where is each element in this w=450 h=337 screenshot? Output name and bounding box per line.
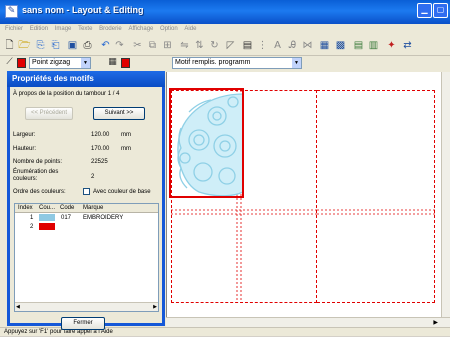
paste-icon[interactable]: ⊞ [161,39,174,52]
cut-icon[interactable]: ✂ [131,39,144,52]
menu-broderie[interactable]: Broderie [99,24,122,35]
stitch-type-value: Point zigzag [32,59,71,66]
col-index[interactable]: Index [18,204,33,213]
import-icon[interactable]: ⎘ [34,39,47,52]
hoop-icon[interactable]: ▤ [241,39,254,52]
previous-button[interactable]: << Précédent [25,107,73,120]
open-folder-icon[interactable]: 🗁 [18,39,31,52]
design-page-right [317,90,435,303]
new-file-icon[interactable]: 🗋 [3,39,16,52]
title-bar: ✎ sans nom - Layout & Editing ▁ ▢ [0,0,450,24]
fill-type-select[interactable]: Motif remplis. programm ▼ [172,57,302,69]
properties-dialog: Propriétés des motifs À propos de la pos… [7,71,165,330]
print-icon[interactable]: ⎙ [81,39,94,52]
chevron-down-icon: ▼ [292,58,301,68]
stitches-label: Nombre de points: [13,159,63,165]
row-index: 2 [30,224,34,230]
text-icon[interactable]: A [271,39,284,52]
row-code: 017 [61,215,72,221]
color-swatch [39,223,55,230]
menu-image[interactable]: Image [55,24,72,35]
stitch-type-select[interactable]: Point zigzag ▼ [29,57,91,69]
save-icon[interactable]: ▣ [66,39,79,52]
mirror-v-icon[interactable]: ⇅ [193,39,206,52]
align-icon[interactable]: ⋮ [256,39,269,52]
width-unit: mm [121,132,131,138]
colors-label: Énumération des couleurs: [13,169,59,182]
color-table: Index Cou... Code Marque 1 017 EMBROIDER… [14,203,159,312]
undo-icon[interactable]: ↶ [99,39,112,52]
wizard-icon[interactable]: ✦ [385,39,398,52]
window-title: sans nom - Layout & Editing [22,5,144,15]
scroll-right-icon[interactable]: ▶ [153,303,157,312]
main-window: ✎ sans nom - Layout & Editing ▁ ▢ Fichie… [0,0,450,336]
colors-value: 2 [91,174,95,180]
rotate-icon[interactable]: ↻ [208,39,221,52]
menu-texte[interactable]: Texte [78,24,92,35]
row-brand: EMBROIDERY [83,215,124,221]
width-value: 120.00 [91,132,110,138]
fill-type-value: Motif remplis. programm [175,59,251,66]
height-value: 170.00 [91,146,110,152]
minimize-button[interactable]: ▁ [417,3,432,18]
main-toolbar: 🗋 🗁 ⎘ ⎗ ▣ ⎙ ↶ ↷ ✂ ⧉ ⊞ ⇋ ⇅ ↻ ◸ ▤ ⋮ A Ꭿ ⋈ … [0,36,450,56]
maximize-button[interactable]: ▢ [433,3,448,18]
col-color[interactable]: Cou... [39,204,55,213]
view-icon[interactable]: ▦ [318,39,331,52]
stitch-toolbar: ⟋ Point zigzag ▼ ▦ Motif remplis. progra… [0,56,450,70]
table-row[interactable]: 2 [15,223,158,232]
dialog-title: Propriétés des motifs [7,71,165,87]
line-color-swatch[interactable] [17,58,26,68]
properties-icon[interactable]: ▤ [352,39,365,52]
design-canvas[interactable] [166,72,441,317]
scroll-right-icon[interactable]: ▶ [433,318,438,327]
copy-icon[interactable]: ⧉ [146,39,159,52]
select-icon[interactable]: ◸ [224,39,237,52]
simulator-icon[interactable]: ▥ [367,39,380,52]
app-icon: ✎ [5,5,18,18]
width-label: Largeur: [13,132,36,138]
table-scrollbar[interactable]: ◀ ▶ [15,302,158,311]
order-label: Ordre des couleurs: [13,189,66,195]
stitches-value: 22525 [91,159,108,165]
color-table-header: Index Cou... Code Marque [15,204,158,213]
export-icon[interactable]: ⎗ [49,39,62,52]
line-tool-icon[interactable]: ⟋ [3,56,16,69]
menu-aide[interactable]: Aide [184,24,196,35]
fill-tool-icon[interactable]: ▦ [106,56,119,69]
height-label: Hauteur: [13,146,37,152]
col-code[interactable]: Code [60,204,74,213]
fill-color-swatch[interactable] [121,58,130,68]
menu-fichier[interactable]: Fichier [5,24,23,35]
redo-icon[interactable]: ↷ [113,39,126,52]
hoop-position-text: À propos de la position du tambour 1 / 4 [13,91,120,97]
base-color-checkbox[interactable] [83,188,90,195]
vertical-scrollbar[interactable] [441,72,450,317]
height-unit: mm [121,146,131,152]
col-brand[interactable]: Marque [83,204,103,213]
chevron-down-icon: ▼ [81,58,90,68]
table-row[interactable]: 1 017 EMBROIDERY [15,214,158,223]
menu-affichage[interactable]: Affichage [128,24,153,35]
close-button[interactable]: Fermer [61,317,105,330]
menu-option[interactable]: Option [160,24,178,35]
next-button[interactable]: Suivant >> [93,107,145,120]
menu-edition[interactable]: Edition [30,24,48,35]
grid-icon[interactable]: ▩ [334,39,347,52]
horizontal-scrollbar[interactable]: ▶ [166,317,450,327]
stitch-icon[interactable]: ⋈ [301,39,314,52]
base-color-label: Avec couleur de base [93,189,151,195]
menu-bar: Fichier Edition Image Texte Broderie Aff… [0,24,450,35]
letter-icon[interactable]: Ꭿ [286,39,299,52]
row-index: 1 [30,215,34,221]
hoop-frame[interactable] [169,88,244,198]
transfer-icon[interactable]: ⇄ [401,39,414,52]
color-swatch [39,214,55,221]
mirror-h-icon[interactable]: ⇋ [178,39,191,52]
scroll-left-icon[interactable]: ◀ [16,303,20,312]
